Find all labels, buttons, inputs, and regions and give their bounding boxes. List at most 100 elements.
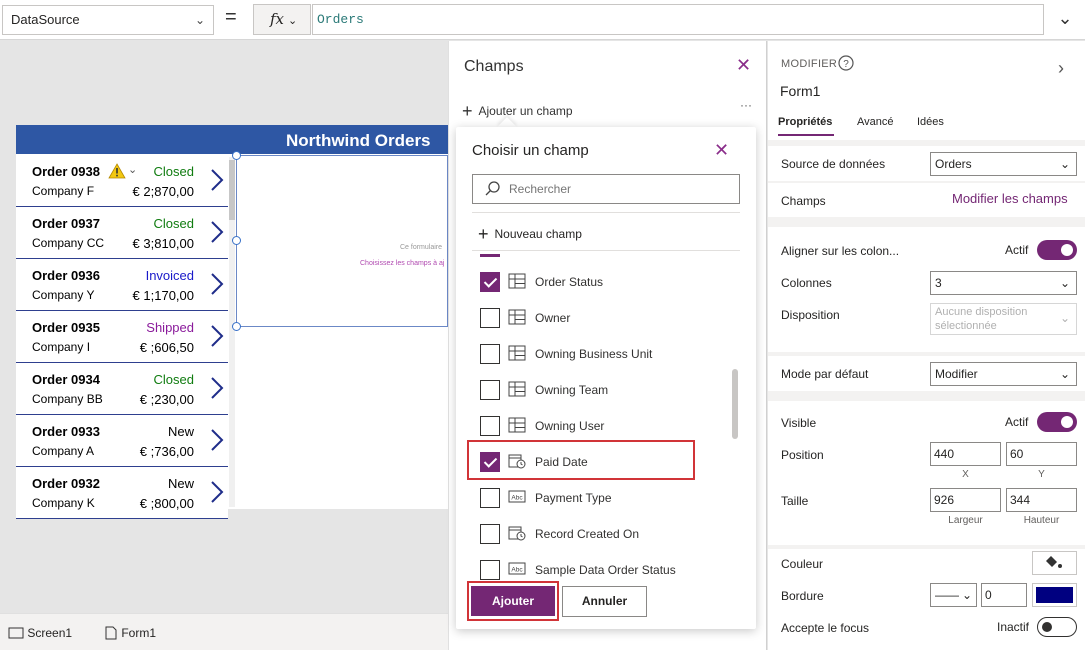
- columns-dropdown[interactable]: 3 ⌄: [930, 271, 1077, 295]
- form-empty-hint: Ce formulaire: [400, 244, 443, 251]
- chevron-down-icon: ⌄: [128, 164, 138, 176]
- order-status: Shipped: [146, 320, 194, 335]
- edit-fields-link[interactable]: Modifier les champs: [952, 191, 1068, 206]
- y-label: Y: [1038, 469, 1045, 480]
- help-icon[interactable]: ?: [838, 55, 854, 74]
- chevron-right-icon[interactable]: [210, 481, 224, 503]
- field-checkbox[interactable]: [480, 308, 500, 328]
- form1-control[interactable]: [236, 155, 448, 327]
- fx-button[interactable]: fx ⌄: [253, 4, 311, 35]
- breadcrumb-form[interactable]: Form1: [104, 626, 156, 640]
- plus-icon: +: [462, 101, 473, 121]
- field-option[interactable]: Owning Team: [480, 378, 690, 402]
- align-columns-state: Actif: [1005, 243, 1029, 257]
- height-input[interactable]: 344: [1006, 488, 1077, 512]
- breadcrumb-screen[interactable]: Screen1: [8, 626, 72, 640]
- chevron-right-icon[interactable]: ›: [1058, 58, 1064, 79]
- text-abc-icon: Abc: [508, 561, 526, 577]
- equals-sign: =: [225, 6, 237, 28]
- border-style-value: ——: [935, 588, 959, 602]
- cancel-button[interactable]: Annuler: [562, 586, 647, 617]
- app-title: Northwind Orders: [286, 131, 431, 150]
- search-input[interactable]: [509, 182, 729, 196]
- visible-toggle[interactable]: [1037, 412, 1077, 432]
- order-row[interactable]: Order 0933 Company A New € ;736,00: [16, 415, 228, 467]
- formula-input[interactable]: Orders: [312, 4, 1044, 35]
- field-option[interactable]: Abc Payment Type: [480, 486, 690, 510]
- border-label: Bordure: [781, 589, 824, 603]
- field-checkbox[interactable]: [480, 344, 500, 364]
- order-status: Closed: [153, 216, 194, 231]
- width-input[interactable]: 926: [930, 488, 1001, 512]
- border-width-input[interactable]: 0: [981, 583, 1027, 607]
- field-checkbox[interactable]: [480, 560, 500, 580]
- order-status: Closed: [153, 164, 194, 179]
- order-company: Company CC: [32, 236, 105, 250]
- order-row[interactable]: Order 0935 Company I Shipped € ;606,50: [16, 311, 228, 363]
- data-source-label: Source de données: [781, 157, 886, 171]
- default-mode-dropdown[interactable]: Modifier ⌄: [930, 362, 1077, 386]
- add-button[interactable]: Ajouter: [471, 586, 555, 616]
- chevron-right-icon[interactable]: [210, 325, 224, 347]
- fx-icon: fx: [270, 10, 285, 28]
- close-icon[interactable]: ✕: [714, 140, 729, 161]
- breadcrumb-screen-label: Screen1: [27, 626, 73, 640]
- order-id: Order 0933: [32, 424, 100, 439]
- align-columns-label: Aligner sur les colon...: [781, 244, 900, 258]
- default-mode-label: Mode par défaut: [781, 367, 869, 381]
- border-color-picker[interactable]: [1032, 583, 1077, 607]
- columns-value: 3: [935, 276, 942, 290]
- layout-dropdown[interactable]: Aucune disposition sélectionnée ⌄: [930, 303, 1077, 335]
- order-row[interactable]: Order 0932 Company K New € ;800,00: [16, 467, 228, 519]
- close-icon[interactable]: ✕: [736, 55, 751, 76]
- field-checkbox[interactable]: [480, 272, 500, 292]
- order-row[interactable]: Order 0934 Company BB Closed € ;230,00: [16, 363, 228, 415]
- order-row[interactable]: Order 0937 Company CC Closed € 3;810,00: [16, 207, 228, 259]
- field-option[interactable]: Order Status: [480, 270, 690, 294]
- order-row[interactable]: Order 0938 Company F Closed € 2;870,00 ⌄: [16, 155, 228, 207]
- field-option[interactable]: Abc Sample Data Order Status: [480, 558, 690, 582]
- field-option[interactable]: Owner: [480, 306, 690, 330]
- align-columns-toggle[interactable]: [1037, 240, 1077, 260]
- resize-handle[interactable]: [232, 151, 241, 160]
- add-field-button[interactable]: + Ajouter un champ: [462, 101, 573, 122]
- more-options-icon[interactable]: ···: [740, 98, 752, 112]
- field-checkbox[interactable]: [480, 524, 500, 544]
- order-row[interactable]: Order 0936 Company Y Invoiced € 1;170,00: [16, 259, 228, 311]
- position-x-input[interactable]: 440: [930, 442, 1001, 466]
- expand-formula-chevron-icon[interactable]: ⌄: [1052, 4, 1078, 35]
- field-checkbox[interactable]: [480, 416, 500, 436]
- layout-label: Disposition: [781, 308, 840, 322]
- tab-ideas[interactable]: Idées: [917, 116, 944, 128]
- field-option[interactable]: Record Created On: [480, 522, 690, 546]
- chevron-down-icon: ⌄: [288, 14, 298, 27]
- tab-properties[interactable]: Propriétés: [778, 116, 832, 128]
- field-checkbox[interactable]: [480, 380, 500, 400]
- gallery-scroll-thumb[interactable]: [229, 160, 235, 220]
- chevron-right-icon[interactable]: [210, 429, 224, 451]
- color-picker[interactable]: [1032, 551, 1077, 575]
- property-dropdown[interactable]: DataSource ⌄: [2, 5, 214, 35]
- new-field-button[interactable]: + Nouveau champ: [478, 224, 582, 245]
- focus-toggle[interactable]: [1037, 617, 1077, 637]
- resize-handle[interactable]: [232, 322, 241, 331]
- data-source-dropdown[interactable]: Orders ⌄: [930, 152, 1077, 176]
- position-y-input[interactable]: 60: [1006, 442, 1077, 466]
- tab-advanced[interactable]: Avancé: [857, 116, 894, 128]
- field-checkbox[interactable]: [480, 488, 500, 508]
- field-list-scrollbar[interactable]: [732, 369, 738, 439]
- field-option[interactable]: Owning Business Unit: [480, 342, 690, 366]
- chevron-right-icon[interactable]: [210, 221, 224, 243]
- width-label: Largeur: [948, 515, 983, 526]
- field-option[interactable]: Owning User: [480, 414, 690, 438]
- order-amount: € 3;810,00: [132, 236, 194, 251]
- resize-handle[interactable]: [232, 236, 241, 245]
- border-style-dropdown[interactable]: —— ⌄: [930, 583, 977, 607]
- chevron-right-icon[interactable]: [210, 169, 224, 191]
- properties-section-label: MODIFIER: [781, 58, 838, 70]
- field-label: Record Created On: [535, 527, 640, 541]
- chevron-right-icon[interactable]: [210, 377, 224, 399]
- chevron-right-icon[interactable]: [210, 273, 224, 295]
- order-status: New: [167, 424, 194, 439]
- field-label: Owning Business Unit: [535, 347, 653, 361]
